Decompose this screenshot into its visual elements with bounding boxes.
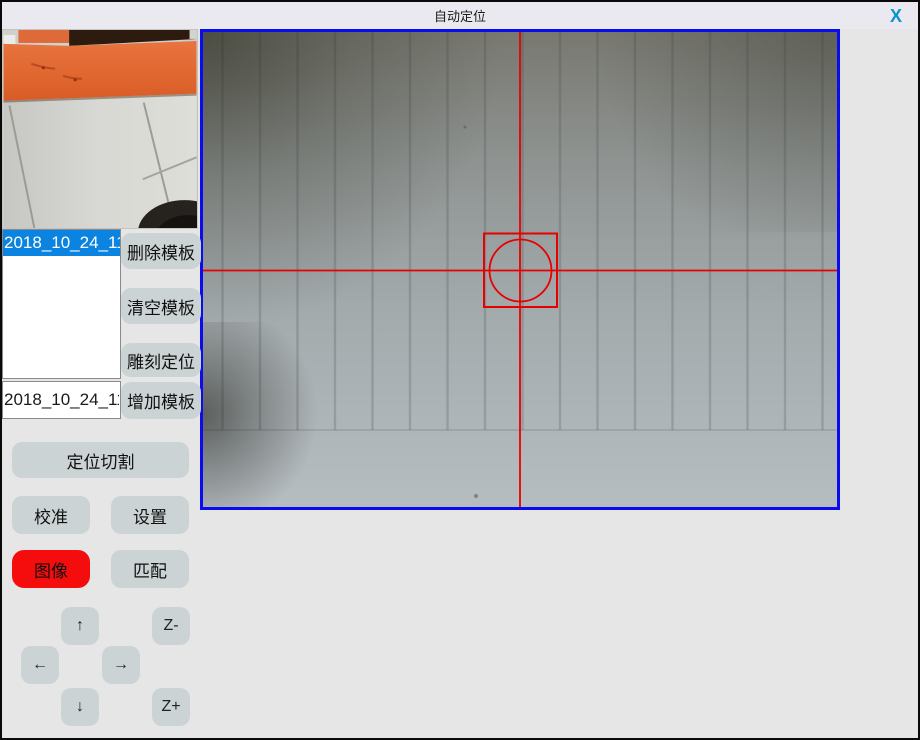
template-name-input[interactable] [2, 381, 121, 419]
template-list[interactable]: 2018_10_24_11 [2, 229, 121, 379]
add-template-button[interactable]: 增加模板 [121, 382, 201, 419]
jog-up-button[interactable]: ↑ [61, 607, 99, 645]
match-button[interactable]: 匹配 [111, 550, 189, 588]
thumbnail-image [3, 30, 197, 228]
auto-position-dialog: 自动定位 X [0, 0, 920, 740]
jog-z-plus-button[interactable]: Z+ [152, 688, 190, 726]
close-icon: X [890, 6, 902, 26]
engrave-position-button[interactable]: 雕刻定位 [121, 343, 201, 377]
jog-right-button[interactable]: → [102, 646, 140, 684]
image-button[interactable]: 图像 [12, 550, 90, 588]
arrow-right-icon: → [113, 656, 129, 674]
camera-view [200, 29, 840, 510]
clear-templates-button[interactable]: 清空模板 [121, 288, 201, 324]
template-thumbnail [2, 29, 198, 229]
jog-z-minus-button[interactable]: Z- [152, 607, 190, 645]
settings-button[interactable]: 设置 [111, 496, 189, 534]
arrow-up-icon: ↑ [76, 617, 84, 635]
template-list-item[interactable]: 2018_10_24_11 [3, 230, 120, 256]
arrow-down-icon: ↓ [76, 698, 84, 716]
delete-template-button[interactable]: 删除模板 [121, 233, 201, 269]
jog-down-button[interactable]: ↓ [61, 688, 99, 726]
position-cut-button[interactable]: 定位切割 [12, 442, 189, 478]
arrow-left-icon: ← [32, 656, 48, 674]
title-bar: 自动定位 [2, 2, 918, 29]
dialog-title: 自动定位 [434, 6, 486, 25]
jog-left-button[interactable]: ← [21, 646, 59, 684]
camera-feed-image [203, 32, 837, 507]
close-button[interactable]: X [884, 4, 908, 28]
calibrate-button[interactable]: 校准 [12, 496, 90, 534]
